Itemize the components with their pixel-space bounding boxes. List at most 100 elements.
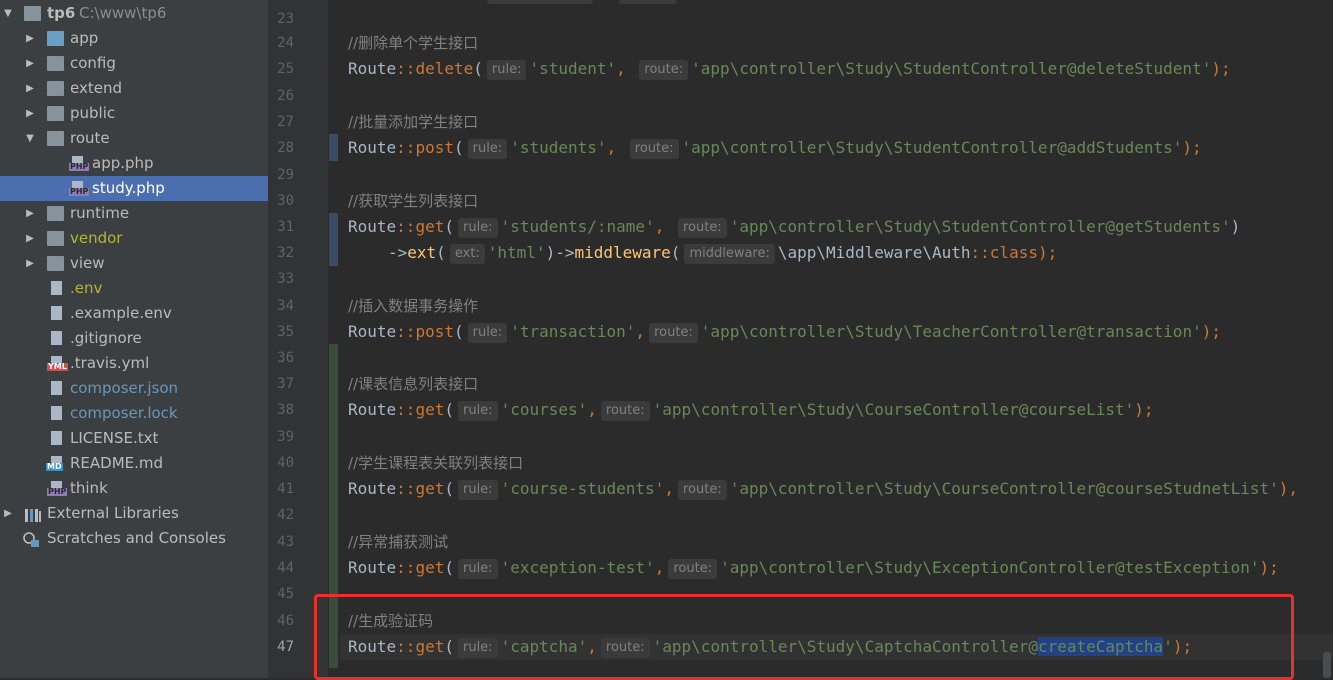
code-line-25: Route::delete(rule:'student', route:'app… xyxy=(348,59,1231,80)
code-line-35: Route::post(rule:'transaction', route:'ap… xyxy=(348,322,1221,343)
tree-file-travis-yml[interactable]: YML .travis.yml xyxy=(0,351,268,376)
line-number: 31 xyxy=(277,219,294,235)
tree-folder-vendor[interactable]: ▶ vendor xyxy=(0,226,268,251)
chevron-down-icon[interactable]: ▼ xyxy=(2,1,14,26)
chevron-right-icon[interactable]: ▶ xyxy=(24,26,36,51)
tree-file-composer-json[interactable]: composer.json xyxy=(0,376,268,401)
code-line-32: ->ext(ext:'html')->middleware(middleware… xyxy=(388,243,1058,264)
text-file-icon xyxy=(51,281,62,295)
chevron-right-icon[interactable]: ▶ xyxy=(24,76,36,101)
tree-item-label: runtime xyxy=(70,204,130,222)
chevron-right-icon[interactable]: ▶ xyxy=(24,51,36,76)
param-hint-rule: rule: xyxy=(457,559,498,579)
tree-item-label: app.php xyxy=(92,154,154,172)
code-line-30: //获取学生列表接口 xyxy=(348,192,479,210)
chevron-down-icon[interactable]: ▼ xyxy=(24,126,36,151)
code-line-27: //批量添加学生接口 xyxy=(348,113,479,131)
tree-folder-config[interactable]: ▶ config xyxy=(0,51,268,76)
tree-file-readme[interactable]: MD README.md xyxy=(0,451,268,476)
text-file-icon xyxy=(51,306,62,320)
project-name: tp6 xyxy=(47,4,76,22)
param-hint-route: route: xyxy=(677,480,727,500)
line-number: 36 xyxy=(277,350,294,366)
param-hint-rule: rule: xyxy=(457,218,498,238)
json-file-icon xyxy=(51,381,62,395)
code-line-41: Route::get(rule:'course-students', route:… xyxy=(348,479,1299,500)
chevron-right-icon[interactable]: ▶ xyxy=(24,101,36,126)
line-number: 29 xyxy=(277,167,294,183)
php-file-icon: PHP xyxy=(47,481,68,496)
param-hint-route: route: xyxy=(639,60,689,80)
chevron-right-icon[interactable]: ▶ xyxy=(24,201,36,226)
code-line-40: //学生课程表关联列表接口 xyxy=(348,454,524,472)
chevron-right-icon[interactable]: ▶ xyxy=(24,251,36,276)
tree-folder-app[interactable]: ▶ app xyxy=(0,26,268,51)
text-file-icon xyxy=(51,431,62,445)
param-hint-middleware: middleware: xyxy=(684,244,775,264)
line-number: 26 xyxy=(277,88,294,104)
inlay-hint-fragment xyxy=(619,0,677,4)
tree-file-env[interactable]: .env xyxy=(0,276,268,301)
tree-item-label: composer.json xyxy=(70,379,179,397)
tree-file-think[interactable]: PHP think xyxy=(0,476,268,501)
param-hint-rule: rule: xyxy=(457,480,498,500)
tree-external-libraries[interactable]: ▶ External Libraries xyxy=(0,501,268,526)
tree-item-label: app xyxy=(70,29,99,47)
tree-folder-public[interactable]: ▶ public xyxy=(0,101,268,126)
line-number: 47 xyxy=(277,639,294,655)
markdown-file-icon: MD xyxy=(46,456,63,471)
tree-file-gitignore[interactable]: .gitignore xyxy=(0,326,268,351)
tree-folder-extend[interactable]: ▶ extend xyxy=(0,76,268,101)
tree-item-label: think xyxy=(70,479,108,497)
line-number: 25 xyxy=(277,61,294,77)
yml-mark: YML xyxy=(47,362,68,371)
tree-file-composer-lock[interactable]: composer.lock xyxy=(0,401,268,426)
chevron-right-icon[interactable]: ▶ xyxy=(24,226,36,251)
tree-file-app-php[interactable]: PHP app.php xyxy=(0,151,268,176)
code-line-38: Route::get(rule:'courses', route:'app\con… xyxy=(348,400,1154,421)
tree-file-study-php[interactable]: PHP study.php xyxy=(0,176,268,201)
code-line-37: //课表信息列表接口 xyxy=(348,375,479,393)
folder-icon xyxy=(47,231,64,246)
tree-folder-view[interactable]: ▶ view xyxy=(0,251,268,276)
tree-item-label: .example.env xyxy=(70,304,172,322)
highlight-annotation-box xyxy=(314,594,1294,680)
tree-item-label: .travis.yml xyxy=(70,354,150,372)
param-hint-route: route: xyxy=(677,218,727,238)
tree-item-label: LICENSE.txt xyxy=(70,429,159,447)
tree-folder-route[interactable]: ▼ route xyxy=(0,126,268,151)
folder-icon xyxy=(47,81,64,96)
tree-item-label: view xyxy=(70,254,105,272)
line-number: 34 xyxy=(277,298,294,314)
project-tree-panel: ▼ tp6 C:\www\tp6 ▶ app ▶ config ▶ extend… xyxy=(0,0,268,678)
line-number: 32 xyxy=(277,245,294,261)
param-hint-route: route: xyxy=(668,559,718,579)
param-hint-rule: rule: xyxy=(467,139,508,159)
tree-item-label: README.md xyxy=(70,454,164,472)
tree-root-tp6[interactable]: ▼ tp6 C:\www\tp6 xyxy=(0,1,268,26)
tree-folder-runtime[interactable]: ▶ runtime xyxy=(0,201,268,226)
chevron-right-icon[interactable]: ▶ xyxy=(2,501,14,526)
tree-scratches-consoles[interactable]: Scratches and Consoles xyxy=(0,526,268,551)
tree-file-license[interactable]: LICENSE.txt xyxy=(0,426,268,451)
code-line-28: Route::post(rule:'students', route:'app\… xyxy=(348,138,1202,159)
line-number: 23 xyxy=(277,11,294,27)
line-number: 35 xyxy=(277,324,294,340)
external-libraries-label: External Libraries xyxy=(47,504,179,522)
line-number: 40 xyxy=(277,455,294,471)
scratches-label: Scratches and Consoles xyxy=(47,529,226,547)
line-number: 38 xyxy=(277,402,294,418)
tree-item-label: extend xyxy=(70,79,122,97)
gitignore-file-icon xyxy=(51,331,62,345)
param-hint-route: route: xyxy=(629,139,679,159)
yml-file-icon: YML xyxy=(47,356,68,371)
tree-item-label: composer.lock xyxy=(70,404,178,422)
vertical-scrollbar[interactable] xyxy=(1323,652,1331,678)
folder-icon xyxy=(47,56,64,71)
php-file-icon: PHP xyxy=(69,156,90,171)
json-file-icon xyxy=(51,406,62,420)
tree-file-example-env[interactable]: .example.env xyxy=(0,301,268,326)
md-mark: MD xyxy=(46,462,63,471)
code-line-43: //异常捕获测试 xyxy=(348,533,449,551)
line-number: 42 xyxy=(277,507,294,523)
